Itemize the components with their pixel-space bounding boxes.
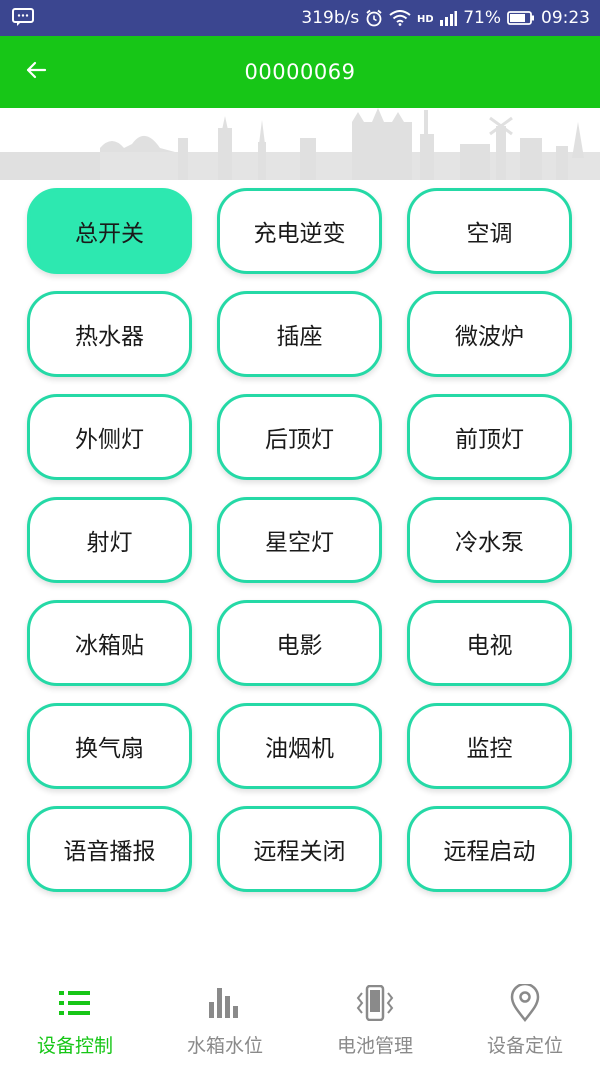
- control-button[interactable]: 充电逆变: [217, 188, 382, 274]
- list-icon: [55, 983, 95, 1023]
- control-button-label: 远程启动: [443, 839, 536, 865]
- nav-device-control[interactable]: 设备控制: [0, 977, 150, 1067]
- nav-label: 水箱水位: [186, 1035, 263, 1057]
- page-title: 00000069: [244, 60, 356, 84]
- control-button[interactable]: 语音播报: [27, 806, 192, 892]
- hd-icon: HD: [417, 10, 433, 26]
- control-grid: 总开关 充电逆变 空调热水器 插座 微波炉外侧灯 后顶灯 前顶灯射灯 星空灯 冷水泵冰箱贴 电影 电…: [27, 188, 573, 892]
- control-button-label: 前顶灯: [455, 427, 524, 453]
- battery-percent: 71%: [463, 8, 501, 28]
- control-button-label: 换气扇: [75, 736, 144, 762]
- battery-icon: [507, 10, 535, 26]
- status-bar: 319b/s HD 71% 09:23: [0, 0, 600, 36]
- nav-label: 设备控制: [36, 1035, 113, 1057]
- control-button-label: 监控: [466, 736, 513, 762]
- control-button[interactable]: 换气扇: [27, 703, 192, 789]
- control-button-label: 空调: [466, 221, 513, 247]
- control-button[interactable]: 总开关: [27, 188, 192, 274]
- skyline-banner: [0, 108, 600, 180]
- control-button-label: 充电逆变: [253, 221, 346, 247]
- control-button[interactable]: 冷水泵: [407, 497, 572, 583]
- control-button-label: 外侧灯: [75, 427, 144, 453]
- control-button-label: 热水器: [75, 324, 144, 350]
- control-button[interactable]: 前顶灯: [407, 394, 572, 480]
- control-button-label: 油烟机: [265, 736, 334, 762]
- nav-device-location[interactable]: 设备定位: [450, 977, 600, 1067]
- control-button-label: 冰箱贴: [75, 633, 144, 659]
- network-speed: 319b/s: [301, 8, 360, 28]
- control-button[interactable]: 微波炉: [407, 291, 572, 377]
- control-button[interactable]: 监控: [407, 703, 572, 789]
- bar-levels-icon: [205, 983, 245, 1023]
- control-button[interactable]: 后顶灯: [217, 394, 382, 480]
- control-button[interactable]: 星空灯: [217, 497, 382, 583]
- message-icon: [12, 8, 34, 26]
- control-button[interactable]: 冰箱贴: [27, 600, 192, 686]
- control-button[interactable]: 电影: [217, 600, 382, 686]
- control-button[interactable]: 外侧灯: [27, 394, 192, 480]
- wifi-icon: [389, 10, 411, 26]
- control-button-label: 星空灯: [265, 530, 334, 556]
- control-button-label: 电影: [276, 633, 323, 659]
- control-button[interactable]: 射灯: [27, 497, 192, 583]
- control-button[interactable]: 电视: [407, 600, 572, 686]
- control-button-label: 射灯: [86, 530, 133, 556]
- clock: 09:23: [541, 8, 590, 28]
- control-button-label: 微波炉: [455, 324, 524, 350]
- control-button[interactable]: 远程启动: [407, 806, 572, 892]
- nav-water-tank-level[interactable]: 水箱水位: [150, 977, 300, 1067]
- alarm-icon: [365, 9, 383, 27]
- control-button-label: 总开关: [75, 221, 144, 247]
- control-button-label: 远程关闭: [253, 839, 346, 865]
- location-pin-icon: [505, 983, 545, 1023]
- control-button-label: 电视: [466, 633, 513, 659]
- app-bar: 00000069: [0, 36, 600, 108]
- svg-text:HD: HD: [417, 14, 433, 25]
- nav-label: 电池管理: [336, 1035, 413, 1057]
- nav-label: 设备定位: [486, 1035, 563, 1057]
- control-button-label: 语音播报: [63, 839, 156, 865]
- control-button-label: 插座: [276, 324, 323, 350]
- control-button[interactable]: 热水器: [27, 291, 192, 377]
- control-button-label: 冷水泵: [455, 530, 524, 556]
- phone-vibrate-icon: [355, 983, 395, 1023]
- control-button[interactable]: 油烟机: [217, 703, 382, 789]
- signal-icon: [439, 10, 458, 26]
- bottom-nav: 设备控制 水箱水位 电池管理 设备定位: [0, 977, 600, 1067]
- nav-battery-management[interactable]: 电池管理: [300, 977, 450, 1067]
- control-button[interactable]: 空调: [407, 188, 572, 274]
- control-button[interactable]: 插座: [217, 291, 382, 377]
- control-button-label: 后顶灯: [265, 427, 334, 453]
- control-button[interactable]: 远程关闭: [217, 806, 382, 892]
